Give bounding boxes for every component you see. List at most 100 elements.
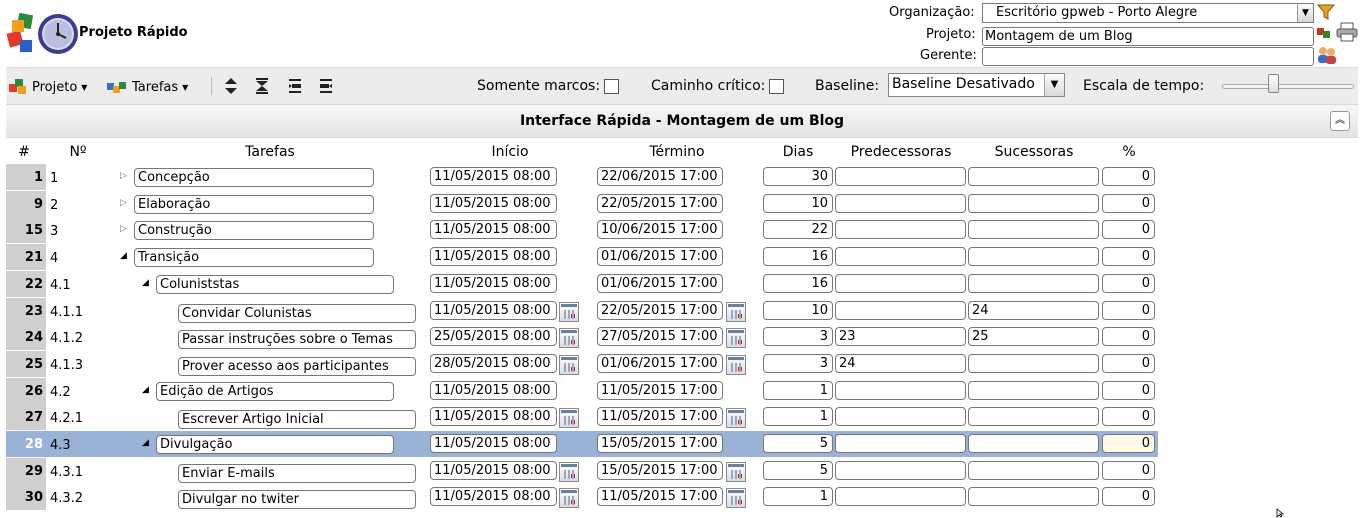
task-name-field[interactable]: Prover acesso aos participantes xyxy=(178,356,416,376)
table-row[interactable]: 21 4 ◢ Transição 11/05/2015 08:00 01/06/2015 … xyxy=(6,244,1158,271)
chevron-down-icon[interactable]: ▼ xyxy=(1044,74,1064,96)
calendar-icon[interactable] xyxy=(559,461,579,482)
predecessors-field[interactable] xyxy=(835,487,966,507)
calendar-icon[interactable] xyxy=(726,301,746,322)
task-name-field[interactable]: Edição de Artigos xyxy=(156,381,394,401)
calendar-icon[interactable] xyxy=(726,328,746,349)
predecessors-field[interactable]: 24 xyxy=(835,353,966,373)
predecessors-field[interactable] xyxy=(835,300,966,320)
end-date-field[interactable]: 10/06/2015 17:00 xyxy=(597,220,723,240)
predecessors-field[interactable] xyxy=(835,247,966,267)
predecessors-field[interactable] xyxy=(835,434,966,453)
start-date-field[interactable]: 11/05/2015 08:00 xyxy=(430,247,557,267)
percent-field[interactable]: 0 xyxy=(1102,220,1155,240)
printer-icon[interactable] xyxy=(1336,22,1358,42)
table-row[interactable]: 29 4.3.1 Enviar E-mails 11/05/2015 08:00 15/… xyxy=(6,457,1158,484)
start-date-field[interactable]: 11/05/2015 08:00 xyxy=(430,407,557,427)
collapsed-triangle-icon[interactable]: ▷ xyxy=(120,224,127,234)
predecessors-field[interactable] xyxy=(835,460,966,480)
start-date-field[interactable]: 11/05/2015 08:00 xyxy=(430,193,557,213)
caminho-critico-checkbox[interactable] xyxy=(769,78,785,94)
tarefas-menu[interactable]: Tarefas ▼ xyxy=(106,78,188,96)
task-name-field[interactable]: Convidar Colunistas xyxy=(178,303,416,323)
start-date-field[interactable]: 11/05/2015 08:00 xyxy=(430,220,557,240)
chevron-down-icon[interactable]: ▼ xyxy=(1297,4,1313,22)
table-row[interactable]: 23 4.1.1 Convidar Colunistas 11/05/2015 08:… xyxy=(6,297,1158,324)
end-date-field[interactable]: 22/05/2015 17:00 xyxy=(597,300,723,320)
end-date-field[interactable]: 11/05/2015 17:00 xyxy=(597,407,723,427)
calendar-icon[interactable] xyxy=(726,488,746,509)
percent-field[interactable]: 0 xyxy=(1102,300,1155,320)
predecessors-field[interactable] xyxy=(835,167,966,186)
indent-icon[interactable] xyxy=(288,78,302,94)
days-field[interactable]: 5 xyxy=(763,434,833,453)
successors-field[interactable] xyxy=(968,380,1099,400)
days-field[interactable]: 1 xyxy=(763,380,833,400)
start-date-field[interactable]: 11/05/2015 08:00 xyxy=(430,434,557,453)
days-field[interactable]: 3 xyxy=(763,327,833,347)
percent-field[interactable]: 0 xyxy=(1102,434,1155,453)
percent-field[interactable]: 0 xyxy=(1102,353,1155,373)
percent-field[interactable]: 0 xyxy=(1102,193,1155,213)
percent-field[interactable]: 0 xyxy=(1102,407,1155,427)
successors-field[interactable] xyxy=(968,273,1099,293)
table-row[interactable]: 1 1 ▷ Concepção 11/05/2015 08:00 22/06/2015 1… xyxy=(6,164,1158,190)
task-name-field[interactable]: Escrever Artigo Inicial xyxy=(178,410,416,430)
end-date-field[interactable]: 11/05/2015 17:00 xyxy=(597,380,723,400)
end-date-field[interactable]: 01/06/2015 17:00 xyxy=(597,247,723,267)
end-date-field[interactable]: 27/05/2015 17:00 xyxy=(597,327,723,347)
end-date-field[interactable]: 11/05/2015 17:00 xyxy=(597,487,723,507)
predecessors-field[interactable] xyxy=(835,380,966,400)
collapsed-triangle-icon[interactable]: ▷ xyxy=(120,198,127,208)
percent-field[interactable]: 0 xyxy=(1102,247,1155,267)
end-date-field[interactable]: 22/05/2015 17:00 xyxy=(597,193,723,213)
gerente-field[interactable] xyxy=(982,47,1314,66)
successors-field[interactable] xyxy=(968,407,1099,427)
collapsed-triangle-icon[interactable]: ▷ xyxy=(120,171,127,181)
start-date-field[interactable]: 11/05/2015 08:00 xyxy=(430,167,557,186)
table-row[interactable]: 26 4.2 ◢ Edição de Artigos 11/05/2015 08:00 1… xyxy=(6,377,1158,404)
task-name-field[interactable]: Concepção xyxy=(134,168,374,187)
somente-marcos-checkbox[interactable] xyxy=(604,78,620,94)
start-date-field[interactable]: 11/05/2015 08:00 xyxy=(430,460,557,480)
task-name-field[interactable]: Construção xyxy=(134,221,374,241)
predecessors-field[interactable] xyxy=(835,273,966,293)
days-field[interactable]: 1 xyxy=(763,407,833,427)
days-field[interactable]: 22 xyxy=(763,220,833,240)
successors-field[interactable] xyxy=(968,193,1099,213)
expanded-triangle-icon[interactable]: ◢ xyxy=(142,385,149,395)
days-field[interactable]: 10 xyxy=(763,193,833,213)
end-date-field[interactable]: 15/05/2015 17:00 xyxy=(597,434,723,453)
organizacao-select[interactable]: Escritório gpweb - Porto Alegre ▼ xyxy=(982,3,1314,23)
task-name-field[interactable]: Elaboração xyxy=(134,194,374,214)
successors-field[interactable] xyxy=(968,460,1099,480)
calendar-icon[interactable] xyxy=(559,408,579,429)
task-name-field[interactable]: Passar instruções sobre o Temas xyxy=(178,330,416,350)
table-row[interactable]: 28 4.3 ◢ Divulgação 11/05/2015 08:00 15/05/20… xyxy=(6,431,1158,457)
users-icon[interactable] xyxy=(1316,45,1338,65)
calendar-icon[interactable] xyxy=(559,328,579,349)
table-row[interactable]: 15 3 ▷ Construção 11/05/2015 08:00 10/06/2015… xyxy=(6,217,1158,244)
percent-field[interactable]: 0 xyxy=(1102,327,1155,347)
task-name-field[interactable]: Divulgação xyxy=(156,435,394,454)
start-date-field[interactable]: 11/05/2015 08:00 xyxy=(430,487,557,507)
calendar-icon[interactable] xyxy=(726,408,746,429)
expanded-triangle-icon[interactable]: ◢ xyxy=(142,438,149,448)
percent-field[interactable]: 0 xyxy=(1102,273,1155,293)
successors-field[interactable]: 24 xyxy=(968,300,1099,320)
calendar-icon[interactable] xyxy=(559,488,579,509)
task-name-field[interactable]: Enviar E-mails xyxy=(178,463,416,483)
calendar-icon[interactable] xyxy=(726,461,746,482)
table-row[interactable]: 24 4.1.2 Passar instruções sobre o Temas 25… xyxy=(6,324,1158,351)
start-date-field[interactable]: 11/05/2015 08:00 xyxy=(430,300,557,320)
days-field[interactable]: 16 xyxy=(763,273,833,293)
table-row[interactable]: 25 4.1.3 Prover acesso aos participantes 28… xyxy=(6,350,1158,377)
expanded-triangle-icon[interactable]: ◢ xyxy=(120,251,127,261)
funnel-icon[interactable] xyxy=(1316,2,1336,22)
table-row[interactable]: 22 4.1 ◢ Coluniststas 11/05/2015 08:00 01/06/… xyxy=(6,270,1158,297)
end-date-field[interactable]: 01/06/2015 17:00 xyxy=(597,353,723,373)
successors-field[interactable] xyxy=(968,220,1099,240)
calendar-icon[interactable] xyxy=(726,354,746,375)
start-date-field[interactable]: 11/05/2015 08:00 xyxy=(430,380,557,400)
task-name-field[interactable]: Coluniststas xyxy=(156,274,394,294)
